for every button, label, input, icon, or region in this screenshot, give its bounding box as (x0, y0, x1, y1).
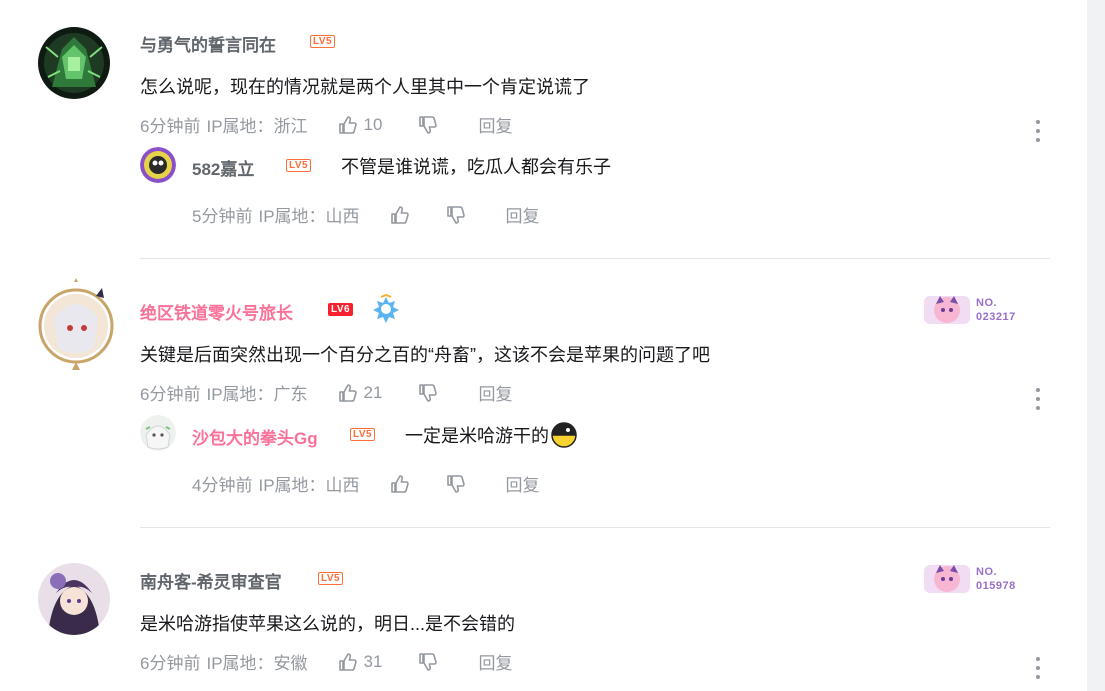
thumb-down-icon (419, 383, 438, 402)
avatar[interactable] (140, 147, 176, 183)
comment-meta: 6分钟前 IP属地：浙江 10 回复 (140, 112, 512, 137)
comment-time: 6分钟前 (140, 117, 201, 136)
username[interactable]: 绝区铁道零火号旅长 (140, 299, 293, 324)
reply-meta: 5分钟前 IP属地：山西 回复 (192, 202, 540, 227)
like-button[interactable]: 21 (338, 382, 383, 403)
level-badge: LV5 (350, 428, 376, 441)
dislike-button[interactable] (446, 205, 466, 225)
thumb-down-icon (446, 205, 465, 224)
ip-location: IP属地：山西 (258, 207, 360, 226)
dislike-button[interactable] (418, 115, 438, 135)
avatar[interactable] (34, 278, 118, 374)
dislike-button[interactable] (418, 652, 438, 672)
reply-time: 5分钟前 (192, 207, 253, 226)
level-badge: LV5 (286, 159, 312, 172)
level-badge: LV5 (318, 572, 344, 585)
fan-badge-no: NO. (976, 566, 998, 578)
divider (140, 527, 1050, 528)
thumb-down-icon (419, 115, 438, 134)
fan-badge-number: 023217 (976, 311, 1016, 323)
comment-text: 关键是后面突然出现一个百分之百的“舟畜”，这该不会是苹果的问题了吧 (140, 345, 710, 365)
comment-list: 与勇气的誓言同在 LV5 怎么说呢，现在的情况就是两个人里其中一个肯定说谎了 6… (0, 0, 1087, 691)
reply-username[interactable]: 沙包大的拳头Gg (192, 424, 318, 449)
fan-badge-no: NO. (976, 297, 998, 309)
comment-text: 怎么说呢，现在的情况就是两个人里其中一个肯定说谎了 (140, 77, 590, 97)
comment-text: 是米哈游指使苹果这么说的，明日...是不会错的 (140, 614, 516, 634)
like-button[interactable] (390, 205, 410, 225)
reply-button[interactable]: 回复 (478, 112, 512, 137)
dislike-button[interactable] (418, 383, 438, 403)
reply-button[interactable]: 回复 (506, 202, 540, 227)
thumb-down-icon (446, 474, 465, 493)
medal-icon (371, 293, 401, 324)
avatar[interactable] (38, 563, 110, 635)
fan-badge-icon (924, 296, 970, 324)
ip-location: IP属地：山西 (258, 476, 360, 495)
like-button[interactable] (390, 474, 410, 494)
like-button[interactable]: 10 (338, 114, 383, 135)
avatar[interactable] (38, 27, 110, 99)
dislike-button[interactable] (446, 474, 466, 494)
ip-location: IP属地：广东 (206, 385, 308, 404)
avatar[interactable] (140, 415, 176, 451)
scrollbar-track[interactable] (1087, 0, 1105, 691)
fan-badge: NO. 023217 (922, 290, 1016, 330)
ip-location: IP属地：浙江 (206, 117, 308, 136)
thumb-up-icon (338, 652, 357, 671)
username[interactable]: 与勇气的誓言同在 (140, 31, 276, 56)
like-count: 10 (363, 114, 383, 134)
thumb-up-icon (390, 474, 409, 493)
reply-text: 不管是谁说谎，吃瓜人都会有乐子 (341, 157, 611, 177)
more-vertical-icon[interactable] (1035, 657, 1041, 679)
fan-badge: NO. 015978 (922, 559, 1016, 599)
thumb-up-icon (338, 115, 357, 134)
reply-button[interactable]: 回复 (478, 380, 512, 405)
username[interactable]: 南舟客-希灵审查官 (140, 568, 282, 593)
thumb-up-icon (338, 383, 357, 402)
comment-meta: 6分钟前 IP属地：广东 21 回复 (140, 380, 512, 405)
like-count: 31 (363, 651, 383, 671)
reply-text: 一定是米哈游干的 (405, 422, 577, 448)
reply-username[interactable]: 582嘉立 (192, 155, 254, 180)
comment-time: 6分钟前 (140, 654, 201, 673)
comment-meta: 6分钟前 IP属地：安徽 31 回复 (140, 649, 512, 674)
more-vertical-icon[interactable] (1035, 120, 1041, 142)
level-badge: LV6 (328, 303, 354, 316)
reply-meta: 4分钟前 IP属地：山西 回复 (192, 471, 540, 496)
divider (140, 258, 1050, 259)
reply-button[interactable]: 回复 (506, 471, 540, 496)
level-badge: LV5 (310, 35, 336, 48)
fan-badge-number: 015978 (976, 580, 1016, 592)
thumb-down-icon (419, 652, 438, 671)
thumb-up-icon (390, 205, 409, 224)
reply-time: 4分钟前 (192, 476, 253, 495)
fan-badge-icon (924, 565, 970, 593)
comment-time: 6分钟前 (140, 385, 201, 404)
ip-location: IP属地：安徽 (206, 654, 308, 673)
reply-button[interactable]: 回复 (478, 649, 512, 674)
emoji-icon (551, 422, 577, 448)
like-count: 21 (363, 382, 383, 402)
like-button[interactable]: 31 (338, 651, 383, 672)
more-vertical-icon[interactable] (1035, 388, 1041, 410)
